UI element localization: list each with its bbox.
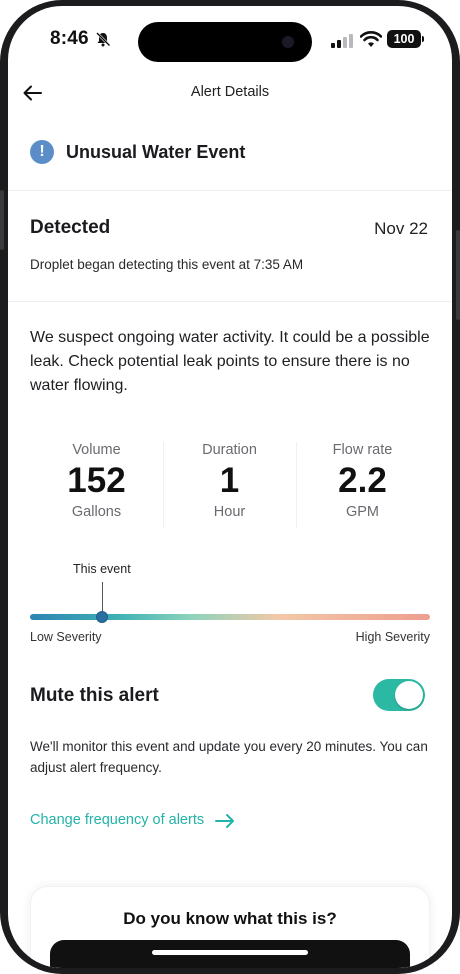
- stat-volume: Volume 152 Gallons: [30, 436, 163, 536]
- detected-label: Detected: [30, 217, 111, 238]
- bell-slash-icon: [96, 32, 111, 47]
- severity-scale: This event Low Severity High Severity: [30, 562, 430, 652]
- severity-gradient-bar: [30, 614, 430, 620]
- card-title: Do you know what this is?: [123, 909, 337, 928]
- stat-unit: Hour: [213, 504, 246, 520]
- divider: [8, 190, 452, 191]
- stat-flow-rate: Flow rate 2.2 GPM: [296, 436, 429, 536]
- status-time: 8:46: [50, 28, 89, 49]
- divider: [8, 301, 452, 302]
- stat-value: 152: [67, 461, 126, 500]
- mute-description: We'll monitor this event and update you …: [30, 739, 428, 775]
- stat-duration: Duration 1 Hour: [163, 436, 296, 536]
- home-indicator[interactable]: [152, 950, 308, 955]
- arrow-right-icon[interactable]: [214, 812, 236, 830]
- mute-label: Mute this alert: [30, 685, 159, 706]
- stat-value: 1: [219, 461, 240, 500]
- status-bar: 8:46 100: [8, 6, 452, 70]
- phone-frame: 8:46 100 Alert Details ! Unusual Water E…: [0, 0, 460, 974]
- alert-title: Unusual Water Event: [66, 142, 246, 162]
- power-button: [456, 230, 460, 320]
- battery-icon: 100: [387, 30, 424, 48]
- severity-marker-dot: [96, 611, 108, 623]
- stats-panel: Volume 152 Gallons Duration 1 Hour Flow …: [30, 436, 430, 536]
- alert-description: We suspect ongoing water activity. It co…: [30, 329, 430, 394]
- wifi-icon: [360, 31, 382, 47]
- mute-toggle[interactable]: [373, 679, 425, 711]
- stat-label: Flow rate: [332, 442, 393, 458]
- detected-date: Nov 22: [374, 219, 428, 238]
- severity-marker-line: [102, 582, 103, 614]
- dynamic-island: [138, 22, 312, 62]
- stat-unit: Gallons: [71, 504, 122, 520]
- stat-value: 2.2: [338, 461, 387, 500]
- volume-button: [0, 190, 4, 250]
- detected-subtitle: Droplet began detecting this event at 7:…: [30, 257, 304, 272]
- severity-marker-label: This event: [73, 562, 131, 576]
- severity-low-label: Low Severity: [30, 630, 102, 644]
- screen: 8:46 100 Alert Details ! Unusual Water E…: [8, 6, 452, 968]
- toggle-knob: [395, 681, 423, 709]
- nav-header: Alert Details: [8, 76, 452, 112]
- page-title: Alert Details: [190, 84, 270, 100]
- info-icon: !: [30, 140, 54, 164]
- change-frequency-link[interactable]: Change frequency of alerts: [30, 812, 204, 828]
- camera-icon: [282, 36, 294, 48]
- severity-high-label: High Severity: [355, 630, 430, 644]
- stat-unit: GPM: [345, 504, 380, 520]
- stat-label: Volume: [72, 442, 121, 458]
- signal-icon: [331, 32, 355, 48]
- stat-label: Duration: [202, 442, 257, 458]
